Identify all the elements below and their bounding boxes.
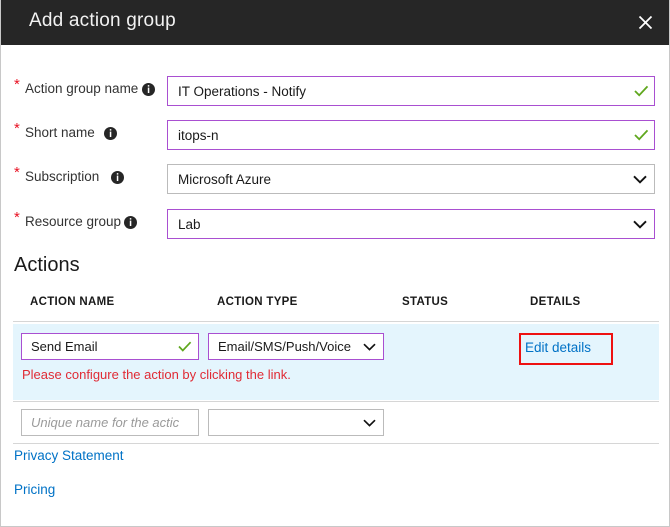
add-action-group-dialog: Add action group * Action group name IT … (0, 0, 670, 527)
column-header-status: STATUS (402, 296, 448, 308)
chevron-down-icon (355, 343, 383, 351)
field-row-subscription: * Subscription Microsoft Azure (1, 164, 670, 194)
field-label-short-name: Short name (25, 125, 95, 140)
action-type-value: Email/SMS/Push/Voice (209, 339, 355, 354)
actions-table-header: ACTION NAME ACTION TYPE STATUS DETAILS (13, 296, 659, 322)
short-name-value: itops-n (168, 128, 628, 143)
chevron-down-icon (626, 175, 654, 184)
privacy-statement-link[interactable]: Privacy Statement (14, 448, 124, 463)
info-icon[interactable] (142, 83, 155, 96)
action-error-message: Please configure the action by clicking … (22, 367, 291, 382)
table-row: Send Email Email/SMS/Push/Voice Please c… (13, 324, 659, 400)
new-action-name-input[interactable]: Unique name for the actic (21, 409, 199, 436)
field-label-resource-group: Resource group (25, 214, 121, 229)
new-action-type-select[interactable] (208, 409, 384, 436)
check-icon (628, 129, 654, 141)
field-label-action-group-name: Action group name (25, 81, 138, 96)
required-marker: * (14, 166, 20, 180)
pricing-link[interactable]: Pricing (14, 482, 55, 497)
dialog-titlebar: Add action group (1, 0, 670, 45)
required-marker: * (14, 122, 20, 136)
action-group-name-value: IT Operations - Notify (168, 84, 628, 99)
field-row-resource-group: * Resource group Lab (1, 209, 670, 239)
action-name-value: Send Email (22, 339, 172, 354)
check-icon (172, 341, 198, 352)
actions-section-heading: Actions (14, 254, 80, 277)
subscription-select[interactable]: Microsoft Azure (167, 164, 655, 194)
info-icon[interactable] (104, 127, 117, 140)
field-label-subscription: Subscription (25, 169, 99, 184)
column-header-details: DETAILS (530, 296, 580, 308)
required-marker: * (14, 78, 20, 92)
field-row-short-name: * Short name itops-n (1, 120, 670, 150)
dialog-title: Add action group (29, 10, 176, 32)
close-icon[interactable] (627, 4, 663, 40)
resource-group-value: Lab (168, 217, 626, 232)
required-marker: * (14, 211, 20, 225)
short-name-input[interactable]: itops-n (167, 120, 655, 150)
column-header-action-name: ACTION NAME (30, 296, 114, 308)
check-icon (628, 85, 654, 97)
chevron-down-icon (626, 220, 654, 229)
action-type-select[interactable]: Email/SMS/Push/Voice (208, 333, 384, 360)
action-name-input[interactable]: Send Email (21, 333, 199, 360)
info-icon[interactable] (111, 171, 124, 184)
info-icon[interactable] (124, 216, 137, 229)
table-row: Unique name for the actic (13, 401, 659, 444)
subscription-value: Microsoft Azure (168, 172, 626, 187)
resource-group-select[interactable]: Lab (167, 209, 655, 239)
edit-details-link[interactable]: Edit details (525, 340, 591, 355)
field-row-action-group-name: * Action group name IT Operations - Noti… (1, 76, 670, 106)
chevron-down-icon (355, 419, 383, 427)
action-group-name-input[interactable]: IT Operations - Notify (167, 76, 655, 106)
column-header-action-type: ACTION TYPE (217, 296, 298, 308)
new-action-name-placeholder: Unique name for the actic (22, 415, 198, 430)
